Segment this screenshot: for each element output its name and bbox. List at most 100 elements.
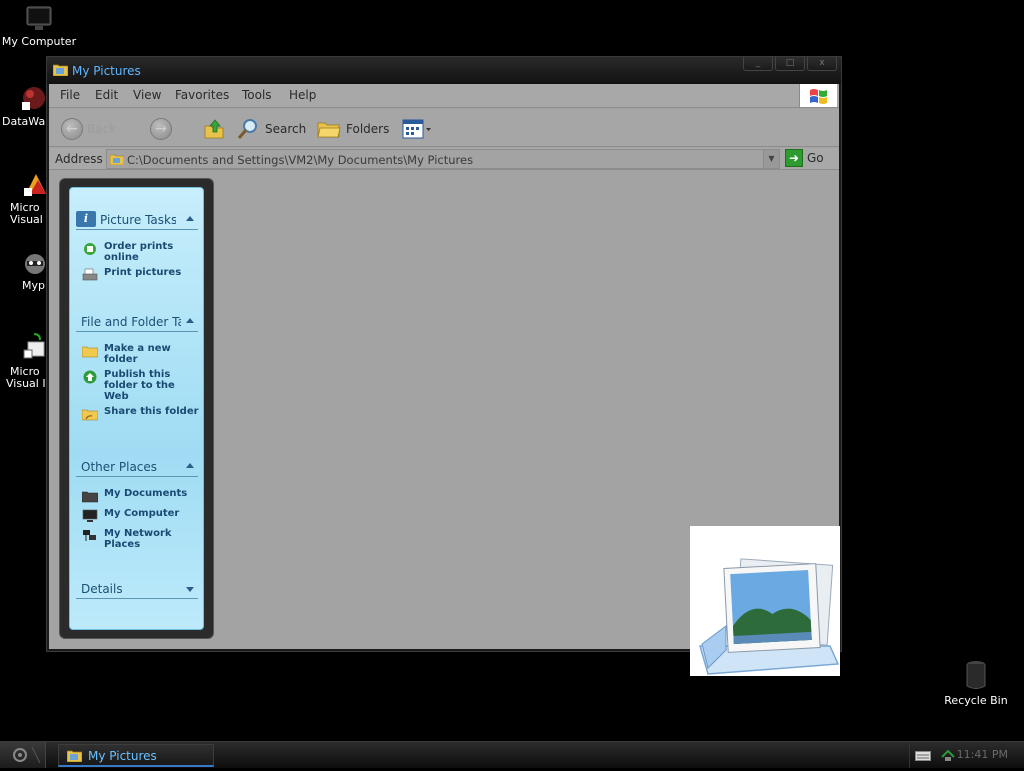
keyboard-icon[interactable] [915,751,931,761]
desktop-icon-label: DataWa [2,115,46,128]
task-label: Make a new folder [104,343,171,365]
monitor-icon [26,6,52,30]
taskbar: My Pictures 11:41 PM [0,741,1024,768]
expand-icon [186,587,194,592]
address-label: Address [55,152,103,166]
menu-edit[interactable]: Edit [95,88,118,102]
close-glyph: x [819,58,825,68]
task-make-new-folder[interactable]: Make a new folder [82,343,200,365]
maximize-glyph: □ [785,58,795,68]
taskbar-item-my-pictures[interactable]: My Pictures [58,744,214,767]
folder-icon [53,64,68,76]
desktop-icon-recycle-bin[interactable]: Recycle Bin [940,660,1012,707]
address-dropdown-button[interactable]: ▼ [763,150,779,168]
other-places-header[interactable]: Other Places [76,457,198,477]
task-pane: i Picture Tasks Order prints online Prin [59,178,214,639]
menu-tools[interactable]: Tools [242,88,272,102]
back-button[interactable]: ← Back [61,117,116,141]
folder-icon [67,750,82,762]
task-share-folder[interactable]: Share this folder [82,406,200,421]
place-my-documents[interactable]: My Documents [82,488,200,503]
pictures-folder-icon [699,558,840,675]
clock[interactable]: 11:41 PM [957,748,1008,761]
minimize-button[interactable]: _ [743,57,773,71]
start-button[interactable] [0,742,46,768]
my-pictures-window: My Pictures _ □ x File Edit View Favorit… [46,56,842,676]
close-button[interactable]: x [807,57,837,71]
task-label: Order prints online [104,241,174,263]
file-folder-tasks-header[interactable]: File and Folder Tasks [76,312,198,332]
folders-icon [317,122,341,138]
forward-arrow-icon: → [150,118,172,140]
task-label: Share this folder [104,406,199,417]
network-tray-icon[interactable] [940,747,956,763]
window-client: File Edit View Favorites Tools Help ← Ba… [49,84,840,676]
folders-button[interactable]: Folders [317,117,389,141]
task-order-prints[interactable]: Order prints online [82,241,200,263]
publish-web-icon [83,370,97,384]
menu-bar: File Edit View Favorites Tools Help [49,84,839,108]
task-publish-folder[interactable]: Publish this folder to the Web [82,369,200,402]
place-my-computer[interactable]: My Computer [82,508,200,523]
my-documents-icon [82,491,98,503]
search-label: Search [265,122,307,136]
title-bar[interactable]: My Pictures _ □ x [47,57,841,84]
new-folder-icon [82,346,98,358]
printer-icon [82,268,98,281]
up-folder-icon [204,119,224,139]
place-label: My Documents [104,488,188,499]
taskbar-item-label: My Pictures [88,749,157,763]
place-label: My Network Places [104,528,172,550]
desktop-icon-myp[interactable]: Myp [0,250,46,292]
back-arrow-icon: ← [61,118,83,140]
desktop-icon-datawa[interactable]: DataWa [0,84,46,128]
views-button[interactable] [402,117,432,141]
task-label: Print pictures [104,267,182,278]
menu-help[interactable]: Help [289,88,316,102]
my-pictures-folder-preview [690,526,840,676]
address-value: C:\Documents and Settings\VM2\My Documen… [127,153,474,167]
up-folder-button[interactable] [203,117,225,141]
visual-basic-icon [23,333,45,359]
desktop-icon-my-computer[interactable]: My Computer [0,6,78,48]
views-icon [402,119,431,139]
go-label: Go [807,151,824,165]
go-arrow-icon: ➜ [785,149,803,167]
minimize-glyph: _ [755,58,761,68]
forward-button[interactable]: → [150,117,172,141]
task-print-pictures[interactable]: Print pictures [82,267,200,282]
menu-view[interactable]: View [133,88,161,102]
desktop-icon-microsoft-visual-2[interactable]: Micro Visual I [0,332,46,390]
collapse-icon [186,318,194,323]
windows-flag-icon [810,89,827,104]
menu-file[interactable]: File [60,88,80,102]
go-button[interactable]: ➜ Go [785,149,824,167]
file-folder-tasks-title: File and Folder Tasks [81,315,181,329]
system-tray: 11:41 PM [909,742,1024,768]
desktop-icon-microsoft-visual-1[interactable]: Micro Visual [0,172,46,226]
menu-favorites[interactable]: Favorites [175,88,229,102]
desktop-icon-label-line2: Visual I [6,377,46,390]
search-icon [237,119,257,139]
address-bar: Address C:\Documents and Settings\VM2\My… [49,148,839,170]
desktop-icon-label: My Computer [1,35,77,48]
toolbar: ← Back → Search Folders [49,109,839,147]
info-icon: i [76,211,96,227]
recycle-bin-label: Recycle Bin [944,694,1008,707]
recycle-bin-icon [966,661,986,689]
search-button[interactable]: Search [236,117,306,141]
network-places-icon [83,530,96,541]
picture-tasks-header[interactable]: i Picture Tasks [76,210,198,230]
visual-studio-icon [24,174,46,196]
folder-icon [110,154,124,165]
share-folder-icon [82,409,98,421]
picture-tasks-title: Picture Tasks [100,213,176,227]
address-input[interactable]: C:\Documents and Settings\VM2\My Documen… [106,149,780,169]
place-my-network-places[interactable]: My Network Places [82,528,200,550]
folders-label: Folders [346,122,390,136]
details-header[interactable]: Details [76,579,198,599]
raccoon-icon [25,254,45,274]
maximize-button[interactable]: □ [775,57,805,71]
collapse-icon [186,463,194,468]
collapse-icon [186,216,194,221]
